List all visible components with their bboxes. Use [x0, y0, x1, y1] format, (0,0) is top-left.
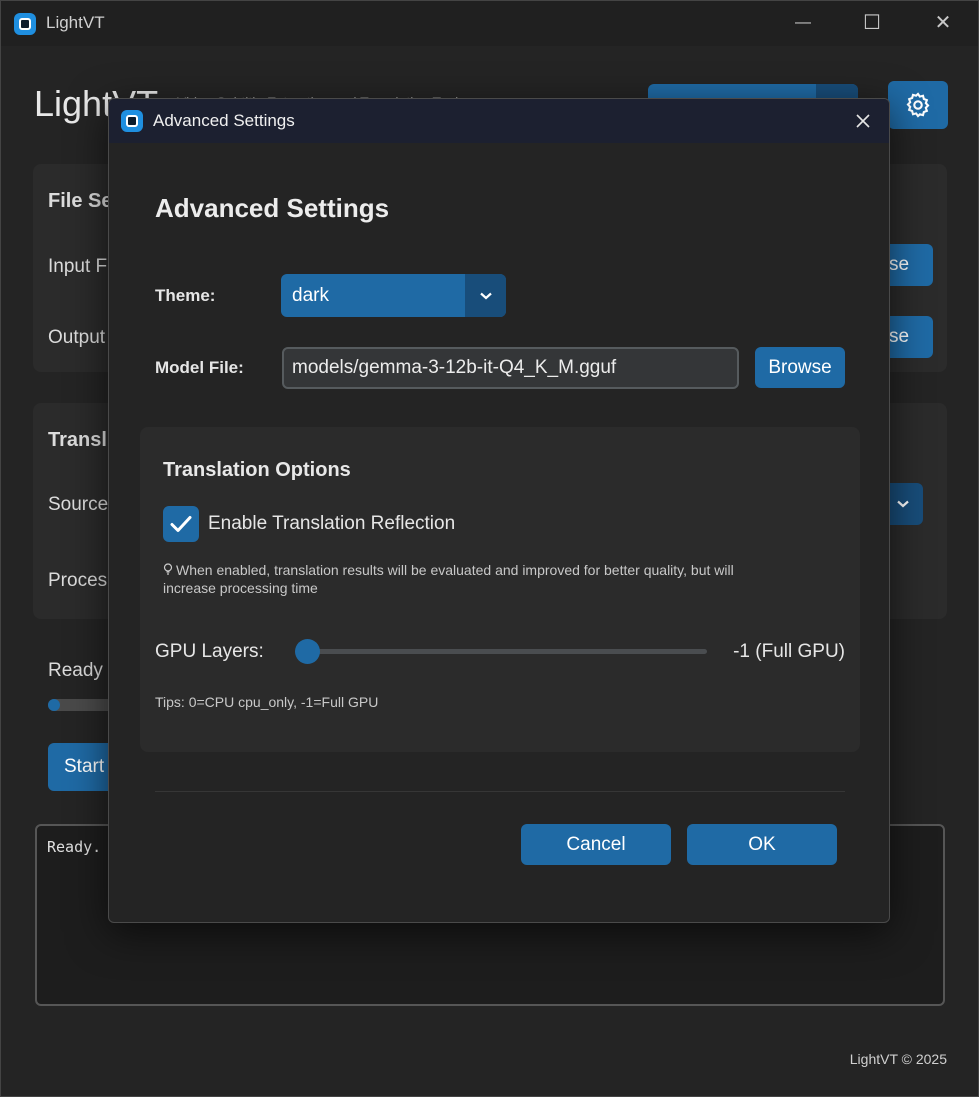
- reflection-checkbox[interactable]: [163, 506, 199, 542]
- start-button-label: Start: [64, 756, 105, 777]
- cancel-button-label: Cancel: [566, 833, 626, 855]
- source-language-label: Source: [48, 494, 109, 515]
- gpu-layers-slider[interactable]: [295, 639, 707, 664]
- reflection-hint-text: When enabled, translation results will b…: [163, 562, 734, 596]
- gpu-slider-handle[interactable]: [295, 639, 320, 664]
- close-icon: [856, 114, 870, 128]
- minimize-button[interactable]: —: [788, 9, 818, 37]
- chevron-down-icon: [897, 500, 909, 508]
- settings-button[interactable]: [888, 81, 948, 129]
- model-file-input[interactable]: [282, 347, 739, 389]
- gpu-tips: Tips: 0=CPU cpu_only, -1=Full GPU: [155, 694, 379, 710]
- dialog-title: Advanced Settings: [153, 111, 295, 130]
- progress-indicator: [48, 699, 60, 711]
- reflection-checkbox-label[interactable]: Enable Translation Reflection: [208, 513, 455, 535]
- ok-button[interactable]: OK: [687, 824, 837, 865]
- chevron-down-icon: [479, 292, 492, 299]
- theme-label: Theme:: [155, 286, 216, 305]
- browse-button-label: Browse: [768, 356, 832, 378]
- gear-icon: [906, 92, 930, 118]
- file-section-title: File Se: [48, 190, 113, 212]
- status-text: Ready: [48, 660, 103, 681]
- main-window-title: LightVT: [46, 13, 105, 32]
- app-logo-icon: [121, 110, 143, 132]
- gpu-layers-label: GPU Layers:: [155, 641, 264, 662]
- check-icon: [170, 516, 192, 532]
- translation-section-title: Transl: [48, 429, 107, 451]
- output-label: Output: [48, 327, 106, 348]
- theme-value: dark: [292, 285, 329, 306]
- dialog-close-button[interactable]: [849, 107, 877, 135]
- lightbulb-icon: [163, 563, 173, 575]
- model-file-label: Model File:: [155, 358, 244, 377]
- dialog-heading: Advanced Settings: [155, 193, 390, 223]
- dialog-titlebar: Advanced Settings: [109, 99, 889, 143]
- browse-button[interactable]: Browse: [755, 347, 845, 388]
- theme-dropdown-arrow[interactable]: [465, 274, 506, 317]
- theme-select[interactable]: dark: [281, 274, 506, 317]
- ok-button-label: OK: [748, 833, 776, 855]
- input-browse-label: se: [889, 254, 910, 275]
- translation-options-panel: Translation Options Enable Translation R…: [140, 427, 860, 752]
- cancel-button[interactable]: Cancel: [521, 824, 671, 865]
- input-file-label: Input F: [48, 256, 108, 277]
- dialog-divider: [155, 791, 845, 792]
- log-text: Ready.: [47, 838, 102, 856]
- translation-options-title: Translation Options: [163, 459, 351, 481]
- footer-copyright: LightVT © 2025: [849, 1051, 947, 1067]
- advanced-settings-dialog: Advanced Settings Advanced Settings Them…: [108, 98, 890, 923]
- reflection-hint: When enabled, translation results will b…: [163, 561, 773, 597]
- maximize-button[interactable]: ☐: [857, 9, 887, 37]
- output-browse-label: se: [889, 326, 910, 347]
- app-logo-icon: [14, 13, 36, 35]
- gpu-layers-value: -1 (Full GPU): [733, 641, 845, 662]
- process-label: Proces: [48, 570, 108, 591]
- main-titlebar: LightVT — ☐ ✕: [1, 1, 978, 46]
- close-window-button[interactable]: ✕: [928, 9, 958, 37]
